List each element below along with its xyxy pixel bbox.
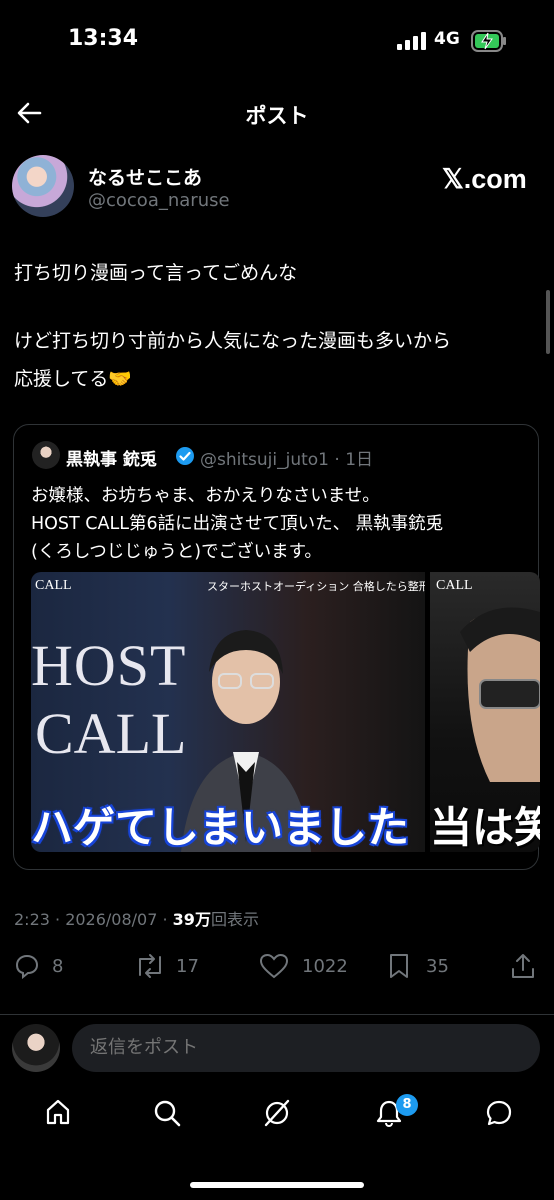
show-title-host: HOST <box>31 633 187 698</box>
signal-icon <box>397 32 426 50</box>
quoted-handle-time: @shitsuji_juto1 · 1日 <box>200 450 374 470</box>
repost-icon[interactable] <box>134 953 166 979</box>
author-avatar[interactable] <box>12 155 74 217</box>
share-icon[interactable] <box>510 952 536 980</box>
network-type: 4G <box>434 29 460 49</box>
person-sunglasses-figure <box>460 607 540 782</box>
quoted-author-name: 黒執事 銃兎 <box>66 450 157 470</box>
home-icon[interactable] <box>44 1098 72 1126</box>
post-text-line: 応援してる🤝 <box>14 368 133 390</box>
show-title-call: CALL <box>35 701 187 766</box>
quoted-text-line: (くろしつじじゅうと)でございます。 <box>31 542 322 562</box>
show-logo-text: CALL <box>436 578 473 593</box>
reply-count[interactable]: 8 <box>52 956 63 977</box>
repost-count[interactable]: 17 <box>176 956 199 977</box>
video-caption: 当は笑 <box>430 803 540 852</box>
search-icon[interactable] <box>152 1098 182 1128</box>
reply-icon[interactable] <box>14 953 40 979</box>
author-display-name[interactable]: なるせここあ <box>88 163 202 190</box>
bookmark-icon[interactable] <box>387 952 411 980</box>
battery-charging-icon <box>471 30 506 52</box>
author-handle[interactable]: @cocoa_naruse <box>88 190 230 211</box>
page-title: ポスト <box>245 104 309 128</box>
like-heart-icon[interactable] <box>259 953 289 979</box>
show-logo-text: CALL <box>35 578 72 593</box>
post-text-line: けど打ち切り寸前から人気になった漫画も多いから <box>14 330 452 352</box>
quoted-text-line: お嬢様、お坊ちゃま、おかえりなさいませ。 <box>31 486 380 506</box>
view-count: 39万 <box>172 910 211 929</box>
grok-icon[interactable] <box>262 1098 292 1128</box>
quoted-text-line: HOST CALL第6話に出演させて頂いた、 黒執事銃兎 <box>31 514 444 534</box>
post-timestamp: 2:23 · 2026/08/07 · <box>14 910 173 929</box>
quoted-media-image-2[interactable]: CALL 当は笑 <box>430 572 540 852</box>
home-indicator <box>190 1182 364 1188</box>
bookmark-count[interactable]: 35 <box>426 956 449 977</box>
status-time: 13:34 <box>68 26 139 51</box>
reply-input[interactable] <box>72 1024 540 1072</box>
x-com-logo: 𝕏.com <box>442 164 527 194</box>
like-count[interactable]: 1022 <box>302 956 348 977</box>
post-metadata: 2:23 · 2026/08/07 · 39万回表示 <box>14 906 259 930</box>
scroll-indicator <box>546 290 550 354</box>
show-banner-text: スターホストオーディション 合格したら整形費用1C <box>207 580 425 593</box>
divider <box>0 1014 554 1015</box>
notifications-badge: 8 <box>396 1094 418 1116</box>
view-label: 回表示 <box>210 910 259 929</box>
quoted-media-image[interactable]: CALL スターホストオーディション 合格したら整形費用1C HOST CALL… <box>31 572 425 852</box>
messages-icon[interactable] <box>484 1098 514 1128</box>
post-text-line: 打ち切り漫画って言ってごめんな <box>14 262 298 284</box>
current-user-avatar[interactable] <box>12 1024 60 1072</box>
verified-badge-icon <box>176 447 194 465</box>
video-caption: ハゲてしまいました <box>31 803 410 852</box>
quoted-author-avatar[interactable] <box>32 441 60 469</box>
